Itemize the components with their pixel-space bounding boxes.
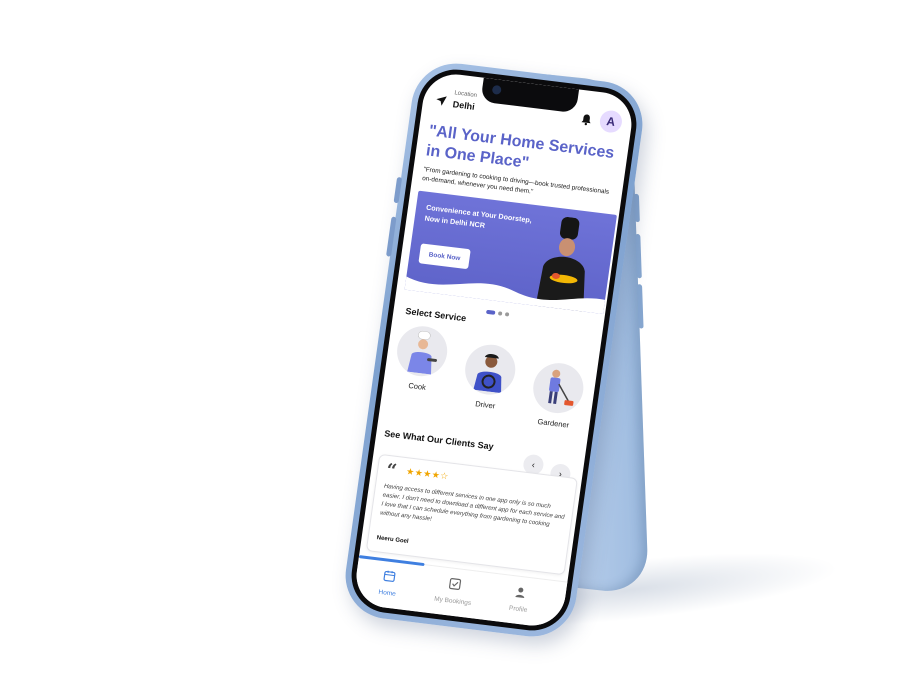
- service-cook[interactable]: Cook: [389, 323, 454, 394]
- phone-back-button: [635, 233, 642, 279]
- nav-home[interactable]: Home: [354, 565, 423, 601]
- nav-label: Profile: [508, 604, 528, 614]
- service-label: Cook: [407, 380, 427, 392]
- user-icon: [515, 587, 525, 599]
- banner-text: Convenience at Your Doorstep, Now in Del…: [424, 202, 536, 237]
- carousel-dot-active[interactable]: [485, 309, 496, 315]
- nav-label: My Bookings: [433, 595, 472, 608]
- calendar-icon: [383, 570, 396, 582]
- service-avatar: [461, 341, 519, 398]
- phone-back-button: [637, 283, 644, 329]
- promo-banner[interactable]: Convenience at Your Doorstep, Now in Del…: [404, 190, 617, 315]
- bell-icon[interactable]: [580, 113, 593, 126]
- avatar[interactable]: A: [598, 109, 624, 134]
- review-text: Having access to different services in o…: [379, 482, 566, 529]
- gardener-icon: [548, 369, 574, 406]
- carousel-dot[interactable]: [497, 311, 503, 316]
- navigation-arrow-icon[interactable]: [434, 94, 448, 107]
- nav-label: Home: [378, 588, 397, 598]
- service-avatar: [530, 360, 587, 416]
- front-camera: [491, 84, 502, 95]
- star-rating: ★★★★☆: [405, 466, 450, 482]
- review-card: “ ★★★★☆ Having access to different servi…: [365, 453, 578, 576]
- select-service-title: Select Service: [404, 305, 467, 324]
- service-label: Gardener: [537, 416, 570, 430]
- carousel-dot[interactable]: [504, 312, 510, 317]
- service-gardener[interactable]: Gardener: [525, 360, 590, 431]
- reviewer-name: Neeru Goel: [376, 535, 409, 545]
- nav-profile[interactable]: Profile: [485, 581, 554, 617]
- service-driver[interactable]: Driver: [457, 341, 522, 413]
- cook-icon: [407, 330, 437, 375]
- checkbox-icon: [448, 578, 462, 590]
- service-list: Cook Driver Gardener: [384, 323, 606, 448]
- driver-icon: [473, 354, 502, 394]
- location-value[interactable]: Delhi: [452, 99, 475, 112]
- location-label: Location: [453, 90, 478, 99]
- carousel-dots: [485, 309, 510, 317]
- service-avatar: [393, 323, 451, 380]
- service-label: Driver: [474, 399, 496, 411]
- phone-back-button: [633, 193, 640, 223]
- quote-icon: “: [384, 459, 398, 482]
- book-now-button[interactable]: Book Now: [418, 243, 471, 270]
- nav-my-bookings[interactable]: My Bookings: [419, 573, 488, 609]
